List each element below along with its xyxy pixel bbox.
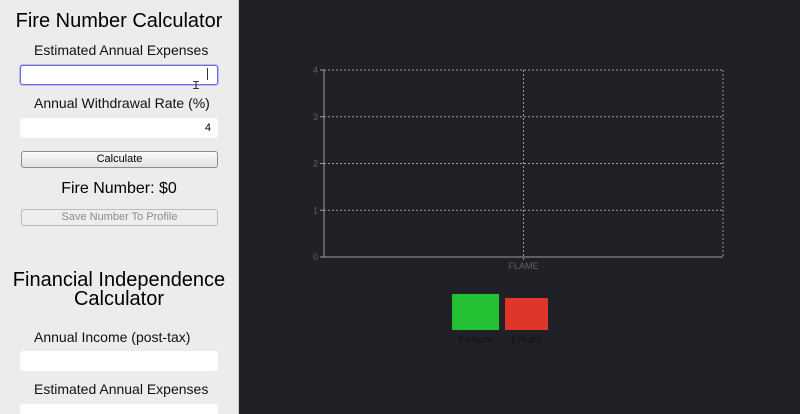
x-tick-label: FLAME	[508, 261, 538, 271]
legend-swatch-fiYears	[505, 298, 548, 330]
bar-chart: 0 1 2 3 4 FLAME	[313, 65, 724, 271]
y-tick-label: 4	[313, 65, 318, 75]
y-tick-label: 1	[313, 205, 318, 215]
legend-label-fireNum: fireNum	[458, 335, 494, 346]
legend-label-fiYears: fiYears	[511, 335, 542, 346]
y-tick-label: 0	[313, 252, 318, 262]
y-tick-label: 3	[313, 112, 318, 122]
legend-swatch-fireNum	[452, 294, 499, 330]
y-tick-label: 2	[313, 159, 318, 169]
